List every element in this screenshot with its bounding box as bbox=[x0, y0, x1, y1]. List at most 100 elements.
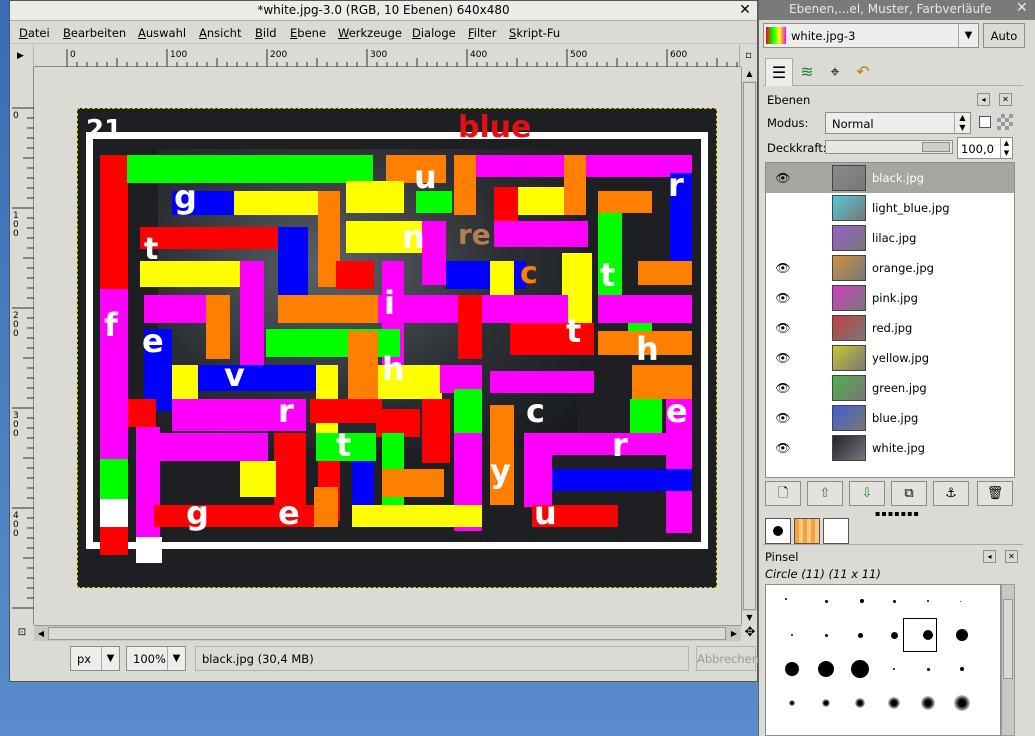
opacity-spinbox[interactable]: 100,0 ▲ ▼ bbox=[957, 137, 1013, 159]
brush-swatch[interactable] bbox=[851, 660, 869, 678]
panel-close-icon[interactable]: ✕ bbox=[1005, 550, 1018, 563]
brush-swatch[interactable] bbox=[927, 600, 929, 602]
mode-select[interactable]: Normal ▲ ▼ bbox=[825, 112, 971, 134]
layer-name[interactable]: black.jpg bbox=[872, 171, 924, 185]
channels-icon[interactable]: ≋ bbox=[793, 58, 821, 86]
brush-preview-icon[interactable] bbox=[765, 518, 791, 544]
canvas-area[interactable]: blue c re 21 g u r t n t f i e t h v h r c e t r y g e u bbox=[34, 67, 741, 625]
anchor-layer-icon[interactable]: ⚓ bbox=[933, 481, 969, 506]
spin-arrows-icon[interactable]: ▲ ▼ bbox=[1000, 138, 1012, 158]
layer-name[interactable]: red.jpg bbox=[872, 321, 912, 335]
scroll-down-icon[interactable]: ▼ bbox=[742, 611, 757, 625]
layer-name[interactable]: blue.jpg bbox=[872, 411, 918, 425]
layer-name[interactable]: light_blue.jpg bbox=[872, 201, 950, 215]
layer-row[interactable]: 👁 pink.jpg bbox=[766, 283, 1014, 313]
eye-icon[interactable]: 👁 bbox=[774, 441, 792, 455]
raise-layer-icon[interactable]: ⇧ bbox=[807, 481, 843, 506]
menu-werkzeuge[interactable]: Werkzeuge bbox=[338, 26, 402, 40]
lock-alpha-checkbox[interactable] bbox=[979, 116, 991, 128]
brush-scrollbar[interactable] bbox=[1001, 584, 1015, 736]
layer-row[interactable]: 👁 orange.jpg bbox=[766, 253, 1014, 283]
opacity-slider[interactable] bbox=[825, 140, 953, 154]
brush-swatch[interactable] bbox=[890, 631, 898, 639]
layer-name[interactable]: green.jpg bbox=[872, 381, 927, 395]
brush-swatch[interactable] bbox=[818, 661, 834, 677]
layer-name[interactable]: white.jpg bbox=[872, 441, 925, 455]
eye-icon[interactable]: 👁 bbox=[774, 381, 792, 395]
brush-swatch[interactable] bbox=[785, 598, 787, 600]
undo-history-icon[interactable]: ↶ bbox=[849, 58, 877, 86]
delete-layer-icon[interactable]: 🗑 bbox=[977, 481, 1013, 506]
brush-swatch[interactable] bbox=[785, 662, 799, 676]
gradient-preview-icon[interactable] bbox=[823, 518, 849, 544]
opacity-slider-knob[interactable] bbox=[922, 142, 950, 152]
brush-swatch[interactable] bbox=[956, 629, 968, 641]
brush-swatch[interactable] bbox=[822, 699, 830, 707]
horizontal-ruler[interactable]: 0 100 200 300 400 500 600 bbox=[34, 45, 741, 67]
brush-swatch[interactable] bbox=[855, 698, 865, 708]
menu-ebene[interactable]: Ebene bbox=[290, 26, 326, 40]
dock-titlebar[interactable]: Ebenen,...el, Muster, Farbverläufe ✕ bbox=[759, 0, 1035, 20]
brush-swatch[interactable] bbox=[921, 696, 935, 710]
close-window-icon[interactable]: ✕ bbox=[737, 2, 753, 18]
brush-swatch[interactable] bbox=[857, 632, 863, 638]
layer-row[interactable]: 👁 green.jpg bbox=[766, 373, 1014, 403]
abort-button[interactable]: Abbrechen bbox=[696, 646, 759, 671]
navigate-icon[interactable]: ▫ bbox=[739, 45, 757, 67]
horizontal-scrollbar[interactable]: ◀ ▶ bbox=[34, 625, 741, 641]
auto-button[interactable]: Auto bbox=[983, 23, 1025, 48]
lower-layer-icon[interactable]: ⇩ bbox=[849, 481, 885, 506]
layer-name[interactable]: yellow.jpg bbox=[872, 351, 929, 365]
menu-auswahl[interactable]: Auswahl bbox=[138, 26, 186, 40]
brush-swatch[interactable] bbox=[960, 667, 964, 671]
layer-list[interactable]: 👁 black.jpg light_blue.jpg lilac.jpg 👁 orange… bbox=[765, 162, 1015, 478]
layer-row[interactable]: 👁 yellow.jpg bbox=[766, 343, 1014, 373]
panel-menu-icon[interactable]: ◂ bbox=[977, 93, 990, 106]
layer-name[interactable]: lilac.jpg bbox=[872, 231, 916, 245]
move-navigation-icon[interactable]: ✥ bbox=[743, 625, 757, 641]
brush-scroll-thumb[interactable] bbox=[1003, 599, 1013, 679]
brush-swatch[interactable] bbox=[959, 600, 961, 602]
panel-menu-icon[interactable]: ◂ bbox=[983, 550, 996, 563]
menu-ansicht[interactable]: Ansicht bbox=[199, 26, 241, 40]
new-layer-icon[interactable]: 🗋 bbox=[765, 481, 801, 506]
menu-datei[interactable]: Datei bbox=[19, 26, 50, 40]
zoom-select[interactable]: 100% ▼ bbox=[126, 646, 186, 671]
pattern-preview-icon[interactable] bbox=[794, 518, 820, 544]
image-menu-button[interactable]: ▶ bbox=[10, 45, 34, 67]
unit-select[interactable]: px ▼ bbox=[70, 646, 120, 671]
image-select[interactable]: white.jpg-3 ▼ bbox=[763, 23, 979, 48]
eye-icon[interactable]: 👁 bbox=[774, 321, 792, 335]
scroll-right-icon[interactable]: ▶ bbox=[727, 626, 741, 641]
brush-swatch[interactable] bbox=[954, 695, 970, 711]
layer-row[interactable]: 👁 red.jpg bbox=[766, 313, 1014, 343]
layer-row[interactable]: 👁 white.jpg bbox=[766, 433, 1014, 463]
brush-swatch[interactable] bbox=[824, 599, 828, 603]
layer-row[interactable]: light_blue.jpg bbox=[766, 193, 1014, 223]
eye-icon[interactable]: 👁 bbox=[774, 261, 792, 275]
eye-icon[interactable]: 👁 bbox=[774, 351, 792, 365]
vertical-scroll-thumb[interactable] bbox=[743, 82, 756, 610]
scroll-left-icon[interactable]: ◀ bbox=[34, 626, 48, 641]
menu-filter[interactable]: Filter bbox=[468, 26, 496, 40]
layer-row[interactable]: 👁 blue.jpg bbox=[766, 403, 1014, 433]
brush-grid[interactable] bbox=[765, 584, 1001, 736]
panel-close-icon[interactable]: ✕ bbox=[999, 93, 1012, 106]
brush-swatch[interactable] bbox=[791, 634, 793, 636]
image-canvas[interactable]: blue c re 21 g u r t n t f i e t h v h r c e t r y g e u bbox=[77, 108, 717, 588]
layer-row[interactable]: lilac.jpg bbox=[766, 223, 1014, 253]
brush-swatch[interactable] bbox=[824, 633, 828, 637]
paths-icon[interactable]: ⌖ bbox=[821, 58, 849, 86]
layer-row[interactable]: 👁 black.jpg bbox=[766, 163, 1014, 193]
scroll-up-icon[interactable]: ▲ bbox=[742, 67, 757, 81]
menu-skript-fu[interactable]: Skript-Fu bbox=[509, 26, 560, 40]
eye-icon[interactable]: 👁 bbox=[774, 411, 792, 425]
vertical-scrollbar[interactable]: ▲ ▼ bbox=[741, 67, 757, 625]
quick-mask-icon[interactable]: ⊡ bbox=[10, 625, 34, 641]
eye-icon[interactable]: 👁 bbox=[774, 291, 792, 305]
close-dock-icon[interactable]: ✕ bbox=[1016, 0, 1032, 16]
brush-swatch[interactable] bbox=[789, 700, 795, 706]
window-titlebar[interactable]: *white.jpg-3.0 (RGB, 10 Ebenen) 640x480 … bbox=[10, 1, 757, 21]
brush-swatch[interactable] bbox=[926, 667, 930, 671]
eye-icon[interactable]: 👁 bbox=[774, 171, 792, 185]
